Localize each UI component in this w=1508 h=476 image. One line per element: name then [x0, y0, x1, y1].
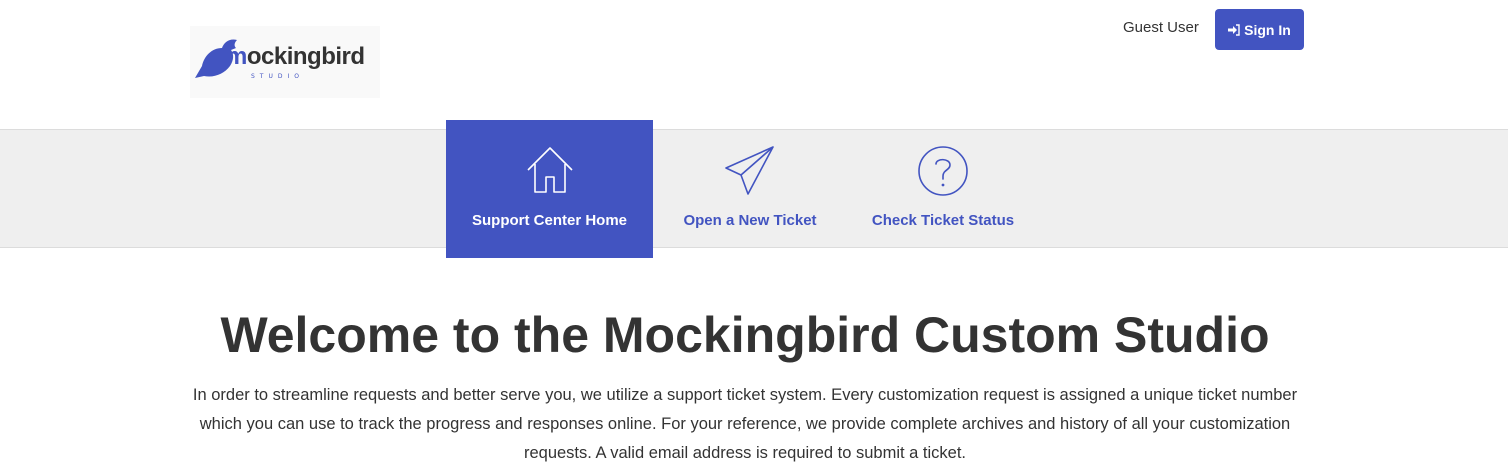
- site-header: mockingbird STUDIO Guest User Sign In: [0, 0, 1508, 129]
- page-title: Welcome to the Mockingbird Custom Studio: [220, 307, 1270, 363]
- sign-in-label: Sign In: [1244, 21, 1291, 38]
- nav-label-home: Support Center Home: [471, 212, 627, 229]
- intro-paragraph: In order to streamline requests and bett…: [192, 386, 1298, 462]
- nav-check-ticket-status[interactable]: Check Ticket Status: [860, 120, 1026, 258]
- nav-open-new-ticket[interactable]: Open a New Ticket: [670, 120, 830, 258]
- nav-support-center-home[interactable]: Support Center Home: [446, 120, 653, 258]
- sign-in-button[interactable]: Sign In: [1215, 9, 1304, 50]
- logo-subtext: STUDIO: [251, 73, 304, 80]
- sign-in-icon: [1228, 23, 1240, 36]
- question-circle-icon: [918, 146, 968, 196]
- paper-plane-icon: [725, 146, 774, 195]
- nav-label-new-ticket: Open a New Ticket: [683, 212, 817, 229]
- nav-label-ticket-status: Check Ticket Status: [871, 212, 1015, 229]
- main-navigation: Support Center Home Open a New Ticket Ch…: [0, 120, 1508, 258]
- guest-user-label: Guest User: [1123, 19, 1199, 36]
- logo-wordmark: mockingbird: [226, 43, 365, 70]
- home-icon: [526, 147, 573, 193]
- mockingbird-studio-logo[interactable]: mockingbird STUDIO: [190, 26, 380, 98]
